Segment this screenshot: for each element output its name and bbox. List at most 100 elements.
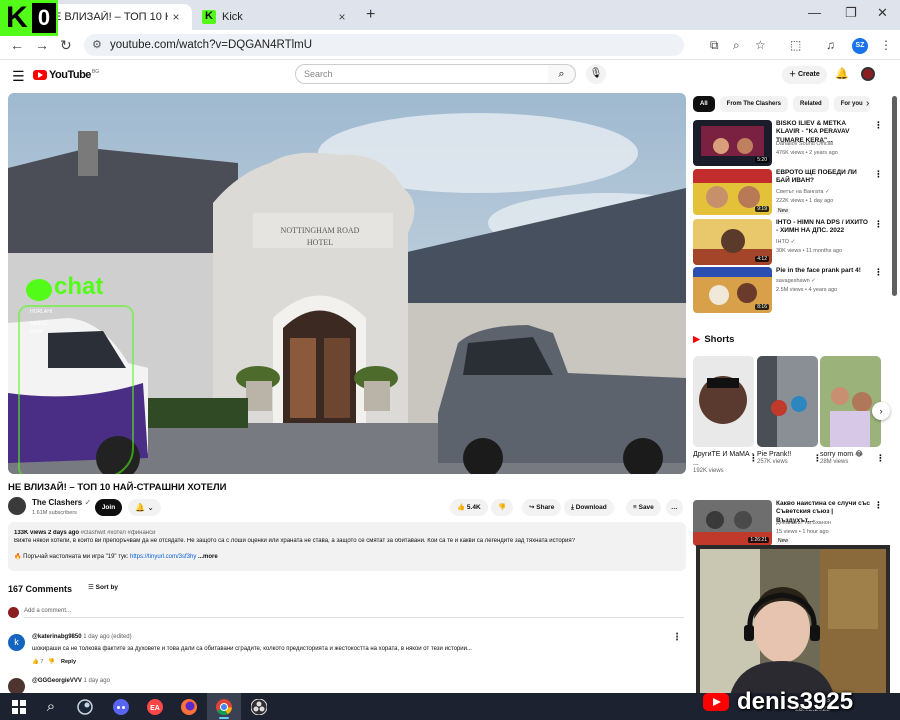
recommendation-item[interactable]: 8:16 Pie in the face prank part 4! savag… [693, 267, 883, 313]
like-button[interactable]: 👍 5.4K [450, 499, 488, 516]
kebab-menu-icon[interactable]: ⋮ [874, 267, 883, 278]
forward-arrow-icon[interactable]: → [35, 37, 49, 53]
discord-icon[interactable] [104, 693, 138, 720]
channel-avatar[interactable] [8, 497, 26, 515]
video-thumbnail[interactable]: 8:16 [693, 267, 772, 313]
recommendation-channel[interactable]: Дневникът на Бханон [776, 520, 831, 526]
back-arrow-icon[interactable]: ← [10, 37, 24, 53]
chip-for-you[interactable]: For you [833, 96, 870, 112]
reload-icon[interactable]: ↻ [60, 37, 72, 54]
short-item[interactable]: Pie Prank!! 257K views ⋮ [757, 356, 822, 465]
restore-button[interactable]: ❐ [845, 5, 857, 21]
download-button[interactable]: ⤓ Download [564, 499, 614, 516]
recommendation-item[interactable]: 1:26:21 Какво наистина се случи със Съве… [693, 500, 883, 546]
create-button[interactable]: ＋ Create [782, 66, 827, 84]
zoom-icon[interactable]: ⌕ [733, 38, 740, 53]
comment-menu-icon[interactable]: ⋮ [672, 632, 682, 643]
video-player[interactable]: NOTTINGHAM ROAD HOTEL chat HORLAHI AIMFU… [8, 93, 686, 474]
video-thumbnail[interactable]: 9:19 [693, 169, 772, 215]
firefox-icon[interactable] [172, 693, 206, 720]
profile-avatar[interactable]: SZ [852, 38, 868, 54]
media-control-icon[interactable]: ♫ [826, 38, 835, 52]
video-thumbnail[interactable]: 5:20 [693, 120, 772, 166]
tab-youtube[interactable]: НЕ ВЛИЗАЙ! – ТОП 10 НАЙ-С × [36, 4, 192, 30]
duration-badge: 5:20 [755, 157, 769, 163]
comment-avatar[interactable]: k [8, 634, 25, 651]
short-thumbnail[interactable] [757, 356, 818, 447]
channel-name[interactable]: The Clashers ✓ [32, 498, 91, 507]
tab-close-icon[interactable]: × [334, 10, 350, 24]
comment-author[interactable]: @GGGeorgieVVV 1 day ago [32, 678, 110, 684]
thumbs-down-icon[interactable]: 👎 [48, 659, 55, 665]
comment-author[interactable]: @katerinabg9850 1 day ago (edited) [32, 634, 132, 640]
promo-link[interactable]: https://tinyurl.com/3sf3hy [130, 554, 196, 560]
recommendation-channel[interactable]: savageshawn ✓ [776, 278, 816, 284]
chrome-icon[interactable] [207, 693, 241, 720]
chip-related[interactable]: Related [793, 96, 829, 112]
show-more-link[interactable]: ...more [198, 554, 218, 560]
browser-menu-icon[interactable]: ⋮ [880, 38, 892, 52]
comment-count: 167 Comments [8, 584, 73, 594]
short-item[interactable]: ДругиТЕ И МаМА - ... 192K views ⋮ [693, 356, 758, 474]
kebab-menu-icon[interactable]: ⋮ [874, 169, 883, 180]
voice-search-button[interactable]: 🎙 [586, 64, 606, 84]
taskbar-search-icon[interactable]: ⌕ [34, 693, 68, 720]
reply-button[interactable]: Reply [61, 659, 76, 665]
short-thumbnail[interactable] [693, 356, 754, 447]
recommendation-channel[interactable]: Danailov Sound Official [776, 141, 833, 147]
search-button[interactable]: ⌕ [548, 64, 576, 84]
dislike-button[interactable]: 👎 [491, 499, 514, 516]
address-bar-row: ← → ↻ ⚙ youtube.com/watch?v=DQGAN4RTlmU … [0, 30, 900, 60]
new-tab-button[interactable]: + [366, 6, 375, 24]
ea-app-icon[interactable]: EA [138, 693, 172, 720]
share-button[interactable]: ↪ Share [522, 499, 562, 516]
account-avatar[interactable] [861, 67, 875, 81]
add-comment-input[interactable]: Add a comment... [24, 608, 684, 618]
tab-title: Kick [222, 11, 243, 23]
notifications-bell-icon[interactable]: 🔔 [835, 67, 849, 80]
bookmark-star-icon[interactable]: ☆ [755, 38, 766, 52]
install-app-icon[interactable]: ⧉ [710, 38, 719, 53]
recommendation-item[interactable]: 9:19 ЕВРОТО ЩЕ ПОБЕДИ ЛИ БАЙ ИВАН? Светъ… [693, 169, 883, 215]
recommendation-channel[interactable]: IHTO ✓ [776, 239, 795, 245]
kebab-menu-icon[interactable]: ⋮ [874, 120, 883, 131]
comment-text: шокираши са не толкова фактите за духове… [32, 646, 472, 652]
extensions-icon[interactable]: ⬚ [790, 38, 801, 52]
hamburger-menu-icon[interactable]: ☰ [12, 68, 25, 85]
chip-all[interactable]: All [693, 96, 715, 112]
kebab-menu-icon[interactable]: ⋮ [874, 219, 883, 230]
kebab-menu-icon[interactable]: ⋮ [876, 453, 885, 464]
steam-icon[interactable] [68, 693, 102, 720]
chat-bubble-icon [26, 279, 52, 301]
hashtags[interactable]: #clashwit #хотел #финанси [81, 530, 156, 536]
site-settings-icon[interactable]: ⚙ [92, 38, 102, 51]
video-thumbnail[interactable]: 1:26:21 [693, 500, 772, 546]
subscribed-bell-button[interactable]: 🔔 ⌄ [128, 499, 161, 516]
join-button[interactable]: Join [95, 499, 122, 516]
tab-kick[interactable]: Kick × [198, 4, 358, 30]
chevron-right-icon[interactable]: › [866, 98, 869, 109]
url-field[interactable]: ⚙ youtube.com/watch?v=DQGAN4RTlmU [84, 34, 684, 56]
windows-start-icon[interactable] [2, 693, 36, 720]
more-actions-button[interactable]: … [666, 499, 683, 516]
sort-label: Sort by [95, 584, 119, 591]
search-input[interactable]: Search [295, 64, 549, 84]
tab-close-icon[interactable]: × [168, 10, 184, 24]
minimize-button[interactable]: — [808, 5, 821, 20]
thumbs-up-icon[interactable]: 👍 [32, 659, 39, 665]
recommendation-channel[interactable]: Светът на Вангата ✓ [776, 189, 830, 195]
kebab-menu-icon[interactable]: ⋮ [874, 500, 883, 511]
shorts-next-button[interactable]: › [872, 402, 890, 420]
sort-by-button[interactable]: ☰ Sort by [88, 583, 118, 591]
youtube-logo[interactable]: YouTube BG [33, 69, 99, 81]
recommendation-item[interactable]: 4:12 IHTO - HIMN NA DPS / ИХИТО - ХИМН Н… [693, 219, 883, 265]
video-thumbnail[interactable]: 4:12 [693, 219, 772, 265]
save-button[interactable]: ≡ Save [626, 499, 661, 516]
page-scrollbar[interactable] [892, 96, 897, 296]
description-box[interactable]: 133K views 2 days ago #clashwit #хотел #… [8, 522, 686, 571]
short-thumbnail[interactable] [820, 356, 881, 447]
obs-icon[interactable] [242, 693, 276, 720]
close-window-button[interactable]: ✕ [877, 5, 888, 21]
recommendation-item[interactable]: 5:20 BISKO ILIEV & METKA KLAVIR - "KA PE… [693, 120, 883, 166]
chip-from-channel[interactable]: From The Clashers [719, 96, 789, 112]
